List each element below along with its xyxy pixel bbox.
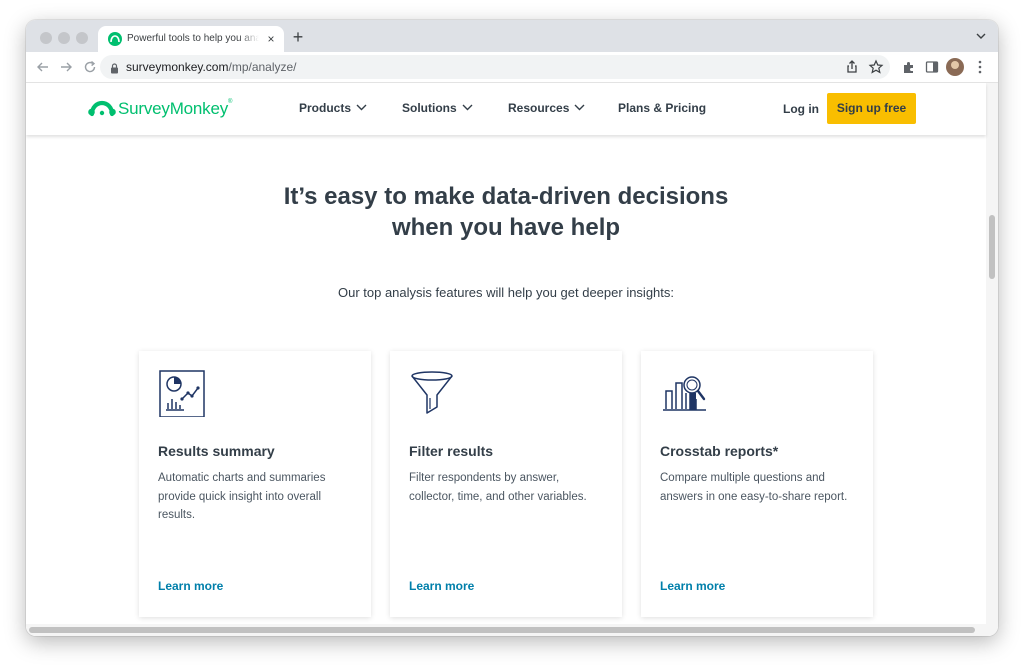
nav-solutions[interactable]: Solutions (402, 101, 473, 115)
share-icon[interactable] (844, 59, 860, 75)
forward-arrow-icon[interactable] (57, 58, 75, 76)
close-window-button[interactable] (40, 32, 52, 44)
new-tab-button[interactable]: + (290, 28, 306, 46)
address-bar[interactable]: surveymonkey.com/mp/analyze/ (100, 55, 890, 79)
side-panel-icon[interactable] (923, 58, 941, 76)
chevron-down-icon (462, 104, 473, 111)
extensions-puzzle-icon[interactable] (900, 58, 918, 76)
crosstab-icon (663, 376, 706, 411)
card-title: Filter results (409, 443, 494, 459)
nav-products[interactable]: Products (299, 101, 367, 115)
page-subheading: Our top analysis features will help you … (337, 285, 675, 300)
bookmark-star-icon[interactable] (868, 59, 884, 75)
vertical-scrollbar[interactable] (986, 83, 998, 636)
browser-toolbar: surveymonkey.com/mp/analyze/ (26, 52, 998, 83)
reload-icon[interactable] (81, 58, 99, 76)
feature-card-results-summary: Results summary Automatic charts and sum… (139, 351, 371, 617)
browser-window: Powerful tools to help you analyze surve… (26, 20, 998, 636)
profile-avatar[interactable] (946, 58, 964, 76)
login-link[interactable]: Log in (783, 102, 819, 116)
feature-card-crosstab-reports: Crosstab reports* Compare multiple quest… (641, 351, 873, 617)
surveymonkey-favicon-icon (108, 32, 122, 46)
minimize-window-button[interactable] (58, 32, 70, 44)
back-arrow-icon[interactable] (34, 58, 52, 76)
nav-plans-pricing[interactable]: Plans & Pricing (618, 101, 706, 115)
site-header: SurveyMonkey® Products Solutions Resourc… (26, 83, 986, 135)
learn-more-link[interactable]: Learn more (660, 579, 725, 593)
card-description: Filter respondents by answer, collector,… (409, 472, 587, 503)
page-viewport: SurveyMonkey® Products Solutions Resourc… (26, 83, 998, 636)
tab-title: Powerful tools to help you analyze surve… (127, 33, 259, 44)
logo-wordmark: SurveyMonkey® (118, 99, 233, 118)
funnel-icon (411, 371, 453, 414)
page-headline: It’s easy to make data-driven decisions … (26, 181, 986, 243)
zoom-window-button[interactable] (76, 32, 88, 44)
horizontal-scroll-thumb[interactable] (29, 627, 975, 633)
headline-line-2: when you have help (391, 214, 621, 241)
headline-line-1: It’s easy to make data-driven decisions (283, 183, 729, 210)
horizontal-scrollbar[interactable] (26, 624, 986, 636)
signup-button[interactable]: Sign up free (827, 93, 916, 124)
browser-tab[interactable]: Powerful tools to help you analyze surve… (98, 26, 284, 52)
monkey-logo-icon (88, 100, 116, 117)
vertical-scroll-thumb[interactable] (989, 215, 995, 279)
chart-summary-icon (159, 370, 205, 417)
tab-search-chevron-icon[interactable] (974, 29, 988, 43)
chevron-down-icon (574, 104, 585, 111)
card-description: Automatic charts and summaries provide q… (158, 472, 326, 521)
tab-strip: Powerful tools to help you analyze surve… (26, 20, 998, 52)
card-description: Compare multiple questions and answers i… (660, 472, 848, 503)
chevron-down-icon (356, 104, 367, 111)
card-title: Crosstab reports* (660, 443, 779, 459)
card-title: Results summary (158, 443, 275, 459)
learn-more-link[interactable]: Learn more (158, 579, 223, 593)
learn-more-link[interactable]: Learn more (409, 579, 474, 593)
nav-resources[interactable]: Resources (508, 101, 585, 115)
browser-menu-icon[interactable] (976, 59, 984, 75)
lock-icon[interactable] (110, 61, 119, 79)
tab-close-icon[interactable]: × (263, 31, 279, 47)
url-text[interactable]: surveymonkey.com/mp/analyze/ (126, 60, 297, 74)
feature-card-filter-results: Filter results Filter respondents by ans… (390, 351, 622, 617)
